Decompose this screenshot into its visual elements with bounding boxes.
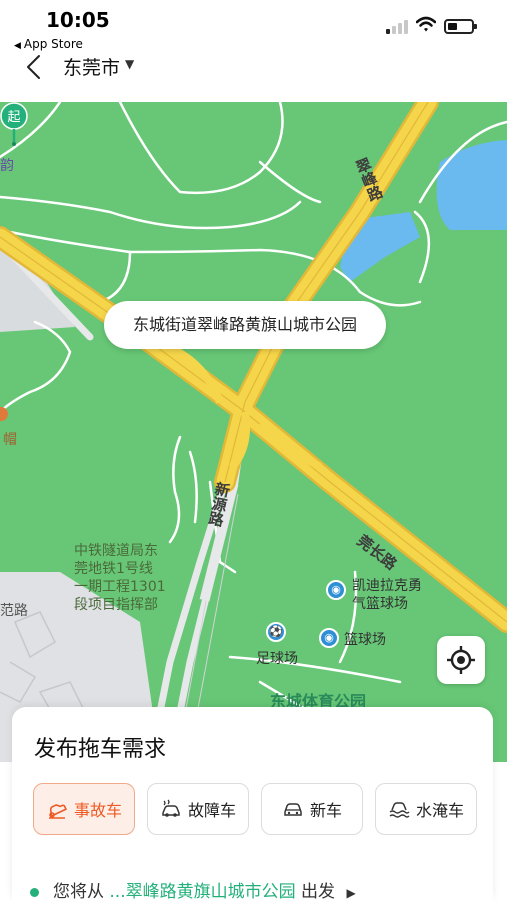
broken-car-icon	[162, 799, 180, 817]
status-time: 10:05	[46, 8, 110, 32]
poi-tunnel-project[interactable]: 中铁隧道局东 莞地铁1号线 一期工程1301 段项目指挥部	[74, 542, 166, 614]
chip-new-car-label: 新车	[309, 801, 342, 820]
map-edge-label-mid: 帽	[3, 432, 17, 448]
crosshair-icon	[447, 646, 475, 674]
wifi-icon	[416, 16, 436, 32]
back-triangle-icon: ◀	[14, 41, 21, 51]
route-prefix: 您将从	[53, 882, 104, 900]
chip-new-car[interactable]: 新车	[261, 783, 363, 835]
chip-broken-car-label: 故障车	[187, 801, 236, 820]
locate-me-button[interactable]	[437, 636, 485, 684]
start-dot-icon	[30, 887, 39, 897]
chip-flooded-car[interactable]: 水淹车	[375, 783, 477, 835]
status-bar: 10:05 ◀ App Store	[0, 0, 507, 52]
map-edge-label-top: 韵	[0, 158, 14, 174]
back-app-label: App Store	[23, 37, 83, 51]
route-start-place[interactable]: ...翠峰路黄旗山城市公园	[109, 882, 295, 900]
map-edge-road-label: 范路	[0, 603, 28, 619]
city-selector[interactable]: 东莞市	[63, 53, 120, 80]
nav-bar: 东莞市 ▼	[0, 52, 507, 102]
poi-basketball-court[interactable]: 篮球场	[344, 631, 386, 649]
battery-icon	[444, 19, 477, 34]
lake-right	[436, 140, 507, 230]
city-dropdown-caret-icon[interactable]: ▼	[125, 57, 134, 71]
start-pin-icon[interactable]: 起	[0, 102, 28, 146]
route-summary-row[interactable]: 您将从 ...翠峰路黄旗山城市公园 出发 ▶	[30, 877, 356, 900]
cellular-signal-icon	[386, 20, 408, 34]
poi-football-field[interactable]: 足球场	[256, 650, 298, 668]
new-car-icon	[284, 803, 302, 816]
poi-kaidi-basketball[interactable]: 凯迪拉克勇 气篮球场	[352, 577, 422, 613]
accident-car-icon	[48, 804, 67, 819]
chip-accident-car[interactable]: 事故车	[33, 783, 135, 835]
chip-flooded-car-label: 水淹车	[415, 801, 464, 820]
flooded-car-icon	[389, 802, 410, 818]
start-location-callout[interactable]: 东城街道翠峰路黄旗山城市公园	[104, 301, 386, 349]
football-field-icon[interactable]: ⚽	[266, 622, 286, 642]
map-canvas	[0, 102, 507, 762]
back-to-app-link[interactable]: ◀ App Store	[14, 37, 83, 51]
back-chevron-icon[interactable]	[22, 54, 48, 80]
chip-broken-car[interactable]: 故障车	[147, 783, 249, 835]
basketball-court-icon[interactable]: ◉	[319, 628, 339, 648]
route-expand-arrow-icon[interactable]: ▶	[346, 886, 355, 900]
panel-title: 发布拖车需求	[34, 737, 167, 762]
tow-request-panel: 发布拖车需求 事故车 故障车 新车 水淹车 您将从 ...翠峰路黄旗山城市公园 …	[12, 707, 493, 900]
route-suffix: 出发	[301, 882, 336, 900]
map-view[interactable]: 翠峰路 新源路 莞长路 韵 帽 范路 中铁隧道局东 莞地铁1号线 一期工程130…	[0, 102, 507, 762]
chip-accident-car-label: 事故车	[73, 801, 122, 820]
start-pin-label: 起	[7, 110, 20, 125]
basketball-poi-icon[interactable]: ◉	[326, 580, 346, 600]
